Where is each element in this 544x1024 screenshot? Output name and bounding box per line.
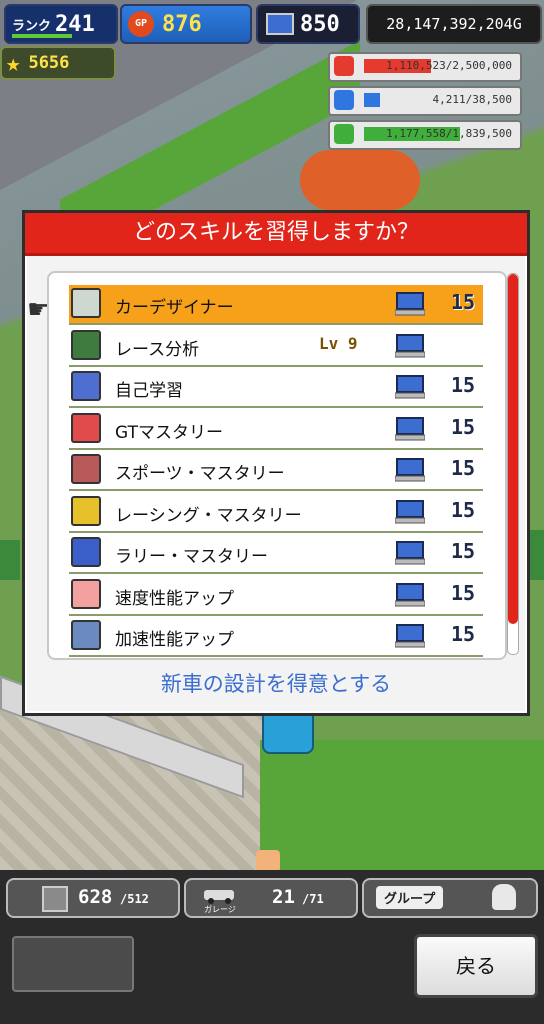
coin-stack-icon — [334, 56, 354, 76]
star-icon: ★ — [6, 49, 21, 77]
skill-row[interactable]: レース分析 Lv 9 — [69, 327, 483, 367]
computer-icon — [394, 582, 426, 608]
skill-cost: 15 — [451, 622, 476, 646]
garage-max: /71 — [302, 892, 324, 906]
fuel-can-icon — [334, 90, 354, 110]
resource-bar: 1,110,523/2,500,000 — [328, 52, 522, 82]
skill-row[interactable]: スポーツ・マスタリー 15 — [69, 451, 483, 491]
crate-icon — [42, 886, 68, 912]
rank-progress-bar — [12, 34, 72, 38]
resource-bar: 1,177,558/1,839,500 — [328, 120, 522, 150]
person-icon — [492, 884, 516, 910]
storage-value: 628 — [78, 886, 113, 908]
resource-bar: 4,211/38,500 — [328, 86, 522, 116]
gp-coin-icon: GP — [128, 11, 154, 37]
rank-label: ランク — [12, 18, 52, 34]
skill-cost: 15 — [451, 580, 476, 605]
computer-icon — [394, 499, 426, 525]
rank-value: 241 — [55, 11, 95, 37]
scrollbar-thumb[interactable] — [508, 274, 518, 624]
star-panel: ★ 5656 — [0, 46, 116, 80]
garage-panel[interactable]: ガレージ 21 /71 — [184, 878, 358, 918]
skill-name: スポーツ・マスタリー — [115, 464, 285, 484]
skill-name: レーシング・マスタリー — [115, 505, 302, 526]
star-count: 5656 — [28, 53, 70, 73]
computer-icon — [394, 416, 426, 442]
skill-cost: 15 — [451, 290, 476, 314]
racing-helmet-icon — [71, 495, 101, 526]
monitor-graph-icon — [71, 329, 101, 360]
skill-cost: 15 — [451, 497, 476, 522]
computer-icon — [394, 540, 426, 566]
storage-max: /512 — [120, 892, 149, 906]
hammer-icon — [71, 620, 101, 650]
worker-figure — [0, 540, 20, 580]
resource-bar-text: 1,110,523/2,500,000 — [386, 59, 512, 72]
money-value: 28,147,392,204G — [386, 15, 522, 33]
notebook-icon — [71, 371, 101, 401]
skill-cost: 15 — [451, 456, 476, 480]
storage-panel[interactable]: 628 /512 — [6, 878, 180, 918]
skill-name: 速度性能アップ — [115, 588, 234, 609]
computer-icon — [394, 623, 426, 649]
garage-label: ガレージ — [204, 905, 236, 914]
skill-dialog: どのスキルを習得しますか？ ☛ カーデザイナー 15 レース分析 Lv 9 自己学習 15… — [22, 210, 530, 716]
skill-name: 自己学習 — [115, 381, 183, 401]
skill-list[interactable]: カーデザイナー 15 レース分析 Lv 9 自己学習 15 GTマスタリー 15 スポーツ・マス… — [47, 271, 507, 660]
skill-cost: 15 — [451, 373, 476, 397]
group-label: グループ — [376, 886, 444, 909]
skill-name: カーデザイナー — [115, 298, 234, 318]
dialog-title: どのスキルを習得しますか？ — [25, 213, 527, 256]
car-icon — [200, 884, 240, 904]
skill-row[interactable]: カーデザイナー 15 — [69, 285, 483, 325]
red-car-icon — [71, 412, 101, 443]
computer-icon — [394, 374, 426, 400]
skill-cost: 15 — [451, 414, 476, 439]
grass-field — [260, 740, 544, 870]
computer-icon — [394, 333, 426, 359]
skill-name: レース分析 — [115, 339, 200, 360]
money-panel: 28,147,392,204G — [366, 4, 542, 44]
computer-icon — [394, 291, 426, 317]
gp-value: 876 — [162, 11, 202, 37]
sports-car-icon — [71, 454, 101, 484]
resource-bar-text: 4,211/38,500 — [432, 93, 512, 106]
skill-name: ラリー・マスタリー — [115, 547, 268, 567]
skill-list-scrollbar[interactable] — [507, 273, 519, 655]
empty-action-button[interactable] — [12, 936, 134, 992]
resource-bar-fill — [364, 93, 380, 107]
skill-cost: 15 — [451, 539, 476, 563]
computer-icon — [266, 13, 294, 35]
skill-level: Lv 9 — [319, 333, 358, 353]
skill-name: GTマスタリー — [115, 422, 223, 443]
autumn-tree — [300, 150, 420, 210]
skill-row[interactable]: 自己学習 15 — [69, 368, 483, 408]
skill-name: 加速性能アップ — [115, 630, 234, 650]
skill-row[interactable]: 加速性能アップ 15 — [69, 617, 483, 657]
skill-row[interactable]: GTマスタリー 15 — [69, 410, 483, 450]
research-points-value: 850 — [300, 11, 340, 37]
skill-row[interactable]: ラリー・マスタリー 15 — [69, 534, 483, 574]
wrench-car-icon — [71, 288, 101, 318]
skill-description: 新車の設計を得意とする — [160, 672, 392, 696]
back-button[interactable]: 戻る — [414, 934, 538, 998]
gp-panel[interactable]: GP 876 — [120, 4, 252, 44]
worker-figure — [530, 530, 544, 580]
skill-row[interactable]: 速度性能アップ 15 — [69, 576, 483, 616]
computer-icon — [394, 457, 426, 483]
skill-row[interactable]: レーシング・マスタリー 15 — [69, 493, 483, 533]
rally-car-icon — [71, 537, 101, 567]
garage-value: 21 — [272, 886, 295, 908]
wheat-icon — [334, 124, 354, 144]
speed-car-icon — [71, 578, 101, 609]
visitor-head — [256, 850, 280, 870]
rank-panel[interactable]: ランク 241 — [4, 4, 118, 44]
resource-bar-text: 1,177,558/1,839,500 — [386, 127, 512, 140]
research-points-panel[interactable]: 850 — [256, 4, 360, 44]
group-button[interactable]: グループ — [362, 878, 538, 918]
